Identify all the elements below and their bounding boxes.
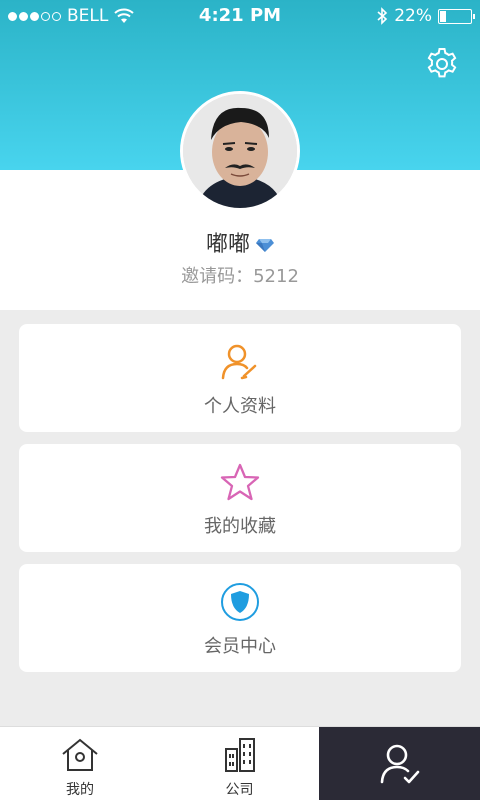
- shield-icon: [220, 582, 260, 622]
- menu-item-label: 个人资料: [204, 396, 276, 417]
- menu-item-membership[interactable]: 会员中心: [19, 564, 461, 672]
- tab-mine[interactable]: 我的: [0, 727, 160, 800]
- invite-code: 邀请码：5212: [181, 266, 299, 287]
- settings-button[interactable]: [424, 46, 460, 82]
- status-right-group: 22%: [376, 6, 475, 26]
- home-icon: [61, 737, 99, 777]
- star-icon: [220, 462, 260, 502]
- profile-name: 嘟嘟: [205, 232, 250, 257]
- user-edit-icon: [220, 342, 260, 382]
- battery-icon: [438, 8, 475, 24]
- tab-profile[interactable]: [319, 727, 480, 800]
- menu-item-favorites[interactable]: 我的收藏: [19, 444, 461, 552]
- status-bar: BELL 4:21 PM 22%: [0, 0, 480, 32]
- diamond-icon: [256, 233, 274, 258]
- menu-item-label: 我的收藏: [204, 516, 276, 537]
- menu-item-profile[interactable]: 个人资料: [19, 324, 461, 432]
- tab-bar: 我的 公司: [0, 726, 480, 800]
- avatar-photo: [183, 94, 297, 208]
- building-icon: [222, 737, 258, 777]
- tab-company[interactable]: 公司: [160, 727, 319, 800]
- user-check-icon: [379, 743, 421, 789]
- battery-percent: 22%: [394, 6, 432, 26]
- menu-item-label: 会员中心: [204, 636, 276, 657]
- gear-icon: [427, 48, 457, 78]
- avatar[interactable]: [180, 91, 300, 211]
- profile-name-row: 嘟嘟: [0, 226, 480, 258]
- tab-label: 我的: [66, 782, 94, 798]
- tab-label: 公司: [225, 782, 254, 798]
- bluetooth-icon: [377, 7, 388, 25]
